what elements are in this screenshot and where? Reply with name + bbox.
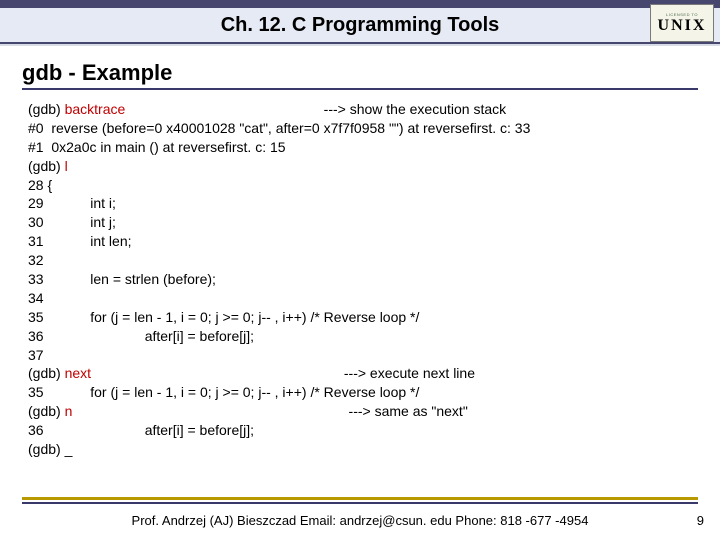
code-line: 33 len = strlen (before);	[28, 271, 216, 287]
code-line: #0 reverse (before=0 x40001028 "cat", af…	[28, 120, 530, 136]
code-line: 31 int len;	[28, 233, 132, 249]
badge-big-text: UNIX	[658, 17, 707, 35]
code-line: 34	[28, 290, 44, 306]
heading-underline	[22, 88, 698, 90]
title-inner: Ch. 12. C Programming Tools	[0, 8, 720, 42]
cmd-list: l	[65, 158, 68, 174]
unix-badge: LICENSED TO UNIX	[650, 4, 714, 42]
code-block: (gdb) backtrace ---> show the execution …	[28, 100, 720, 459]
page-number: 9	[697, 513, 704, 528]
cmd-backtrace: backtrace	[65, 101, 126, 117]
gdb-prompt: (gdb)	[28, 158, 65, 174]
footer-separator	[22, 502, 698, 504]
comment: ---> show the execution stack	[125, 101, 506, 117]
gdb-prompt: (gdb)	[28, 101, 65, 117]
footer-text: Prof. Andrzej (AJ) Bieszczad Email: andr…	[0, 513, 720, 528]
title-bar: Ch. 12. C Programming Tools LICENSED TO …	[0, 0, 720, 46]
gdb-prompt: (gdb)	[28, 403, 65, 419]
code-line: 28 {	[28, 177, 52, 193]
code-line: 32	[28, 252, 44, 268]
code-line: 30 int j;	[28, 214, 116, 230]
comment: ---> execute next line	[91, 365, 475, 381]
comment: ---> same as "next"	[72, 403, 467, 419]
gdb-prompt: (gdb)	[28, 365, 65, 381]
slide-title: Ch. 12. C Programming Tools	[221, 14, 500, 37]
code-line: 36 after[i] = before[j];	[28, 328, 254, 344]
cmd-next: next	[65, 365, 91, 381]
code-line: 35 for (j = len - 1, i = 0; j >= 0; j-- …	[28, 309, 419, 325]
section-heading: gdb - Example	[22, 60, 720, 86]
code-line: #1 0x2a0c in main () at reversefirst. c:…	[28, 139, 286, 155]
code-line: 29 int i;	[28, 195, 116, 211]
code-line: 35 for (j = len - 1, i = 0; j >= 0; j-- …	[28, 384, 419, 400]
code-line: 37	[28, 347, 44, 363]
code-line: 36 after[i] = before[j];	[28, 422, 254, 438]
gdb-prompt: (gdb) _	[28, 441, 72, 457]
